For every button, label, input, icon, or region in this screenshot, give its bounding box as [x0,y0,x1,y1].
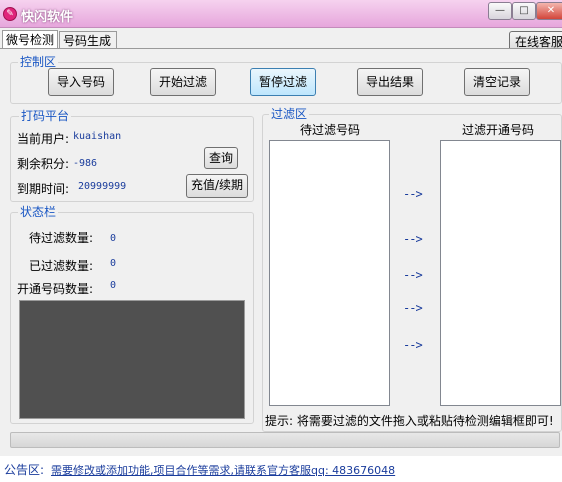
filter-group-label: 过滤区 [269,107,310,121]
bulletin-link[interactable]: 需要修改或添加功能,项目合作等需求,请联系官方客服qq: 483676048 [51,462,395,478]
opened-numbers-list[interactable] [440,140,561,406]
expiry-value: 20999999 [78,181,127,192]
restore-button[interactable]: □ [512,2,536,20]
clear-records-button[interactable]: 清空记录 [464,68,530,96]
minimize-button[interactable]: — [488,2,512,20]
import-numbers-button[interactable]: 导入号码 [48,68,114,96]
current-user-label: 当前用户: [17,132,70,146]
filter-hint: 提示: 将需要过滤的文件拖入或粘贴待检测编辑框即可! [265,414,554,428]
progress-bar [10,432,560,448]
pending-count-label: 待过滤数量: [29,231,94,245]
arrow-icon: --> [403,301,423,315]
platform-group-label: 打码平台 [19,109,72,123]
window-title: 快闪软件 [21,10,74,25]
status-group-label: 状态栏 [18,205,59,219]
points-value: -986 [73,158,98,169]
arrow-icon: --> [403,338,423,352]
points-label: 剩余积分: [17,157,70,171]
export-results-button[interactable]: 导出结果 [357,68,423,96]
expiry-label: 到期时间: [17,182,70,196]
arrow-icon: --> [403,268,423,282]
title-bar[interactable]: ✎ 快闪软件 — □ ✕ [0,0,562,28]
arrow-icon: --> [403,232,423,246]
start-filter-button[interactable]: 开始过滤 [150,68,216,96]
opened-count-label: 开通号码数量: [17,282,94,296]
app-logo-icon: ✎ [3,7,17,21]
control-group-label: 控制区 [18,55,59,69]
bulletin-label: 公告区: [4,463,45,477]
pending-list-title: 待过滤号码 [300,123,361,137]
query-button[interactable]: 查询 [204,147,238,169]
arrow-icon: --> [403,187,423,201]
pause-filter-button[interactable]: 暂停过滤 [250,68,316,96]
opened-list-title: 过滤开通号码 [462,123,535,137]
recharge-button[interactable]: 充值/续期 [186,174,248,198]
status-display-panel [19,300,245,419]
filtered-count-value: 0 [110,258,117,269]
opened-count-value: 0 [110,280,117,291]
current-user-value: kuaishan [73,131,122,142]
tab-number-generate[interactable]: 号码生成 [59,31,117,48]
tab-number-check[interactable]: 微号检测 [2,30,58,49]
close-button[interactable]: ✕ [536,2,562,20]
filtered-count-label: 已过滤数量: [29,259,94,273]
pending-numbers-input[interactable] [269,140,390,406]
pending-count-value: 0 [110,233,117,244]
